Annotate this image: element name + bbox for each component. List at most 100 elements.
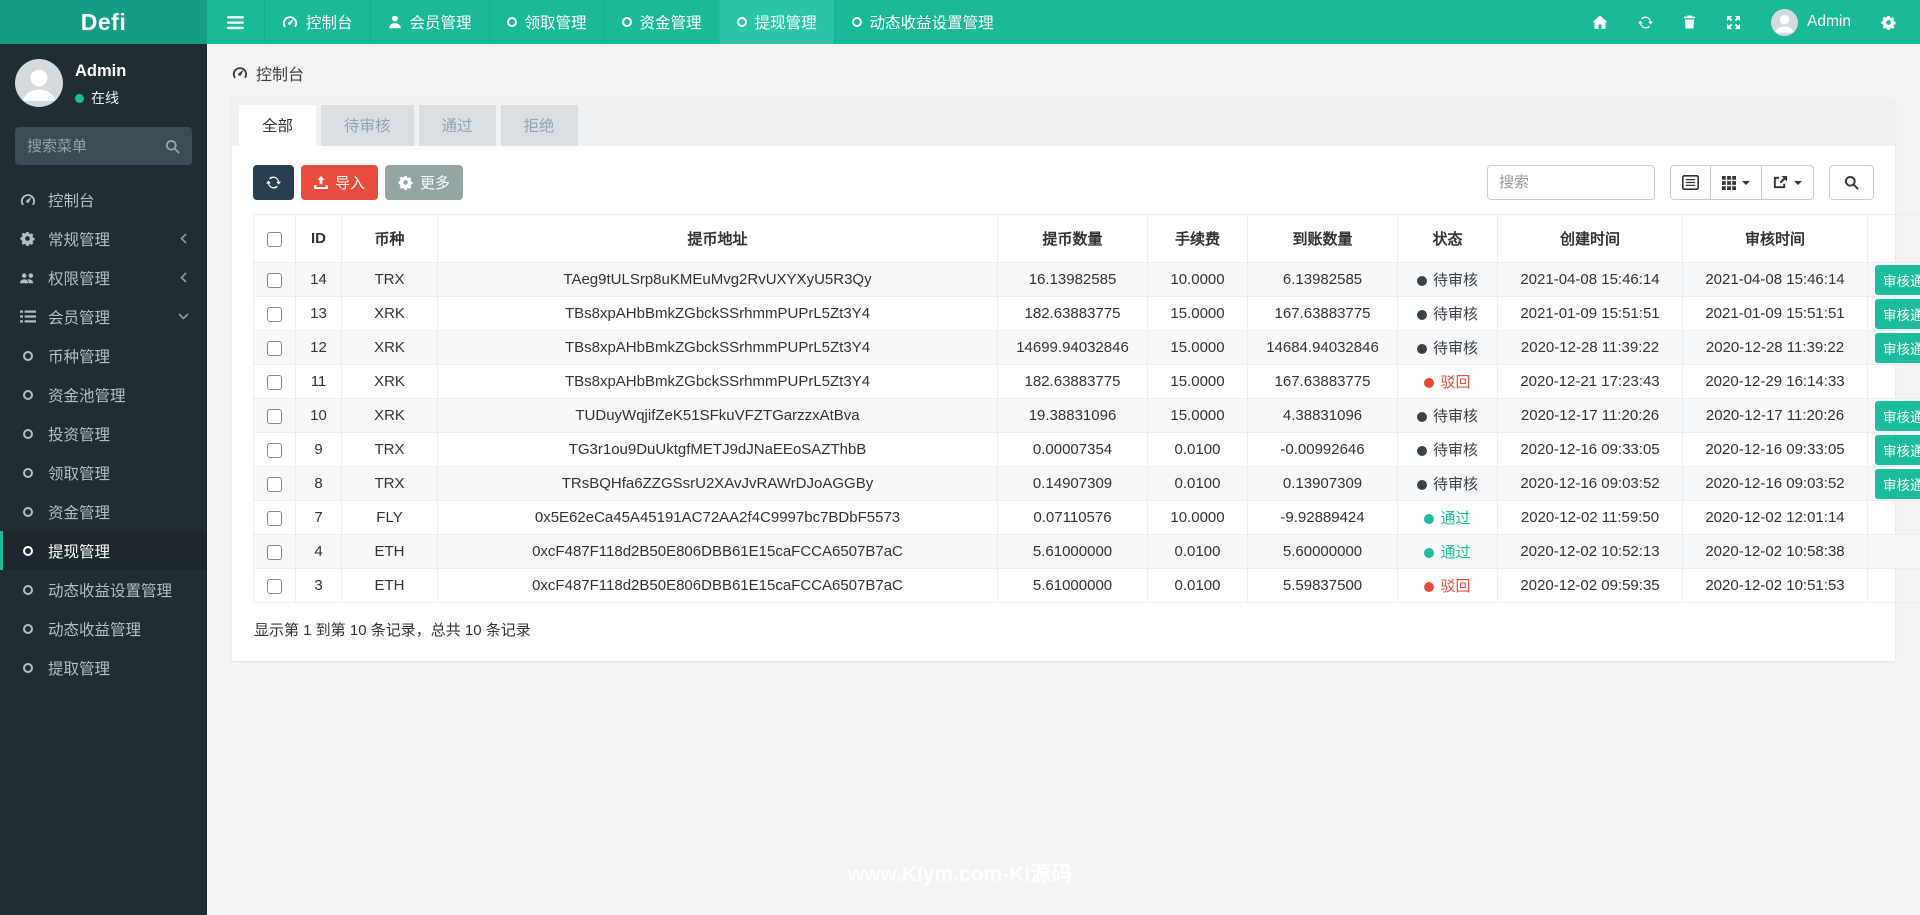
cell-amount: 0.00007354 bbox=[998, 433, 1148, 467]
toggle-button[interactable] bbox=[1670, 165, 1711, 200]
row-checkbox[interactable] bbox=[267, 375, 282, 390]
sidebar-item-pool-management[interactable]: 资金池管理 bbox=[0, 375, 207, 414]
columns-button[interactable] bbox=[1711, 165, 1762, 200]
sidebar-item-withdraw-management[interactable]: 提现管理 bbox=[0, 531, 207, 570]
circle-icon bbox=[18, 351, 37, 361]
sidebar-item-claim-management[interactable]: 领取管理 bbox=[0, 453, 207, 492]
cell-id: 3 bbox=[296, 569, 342, 603]
approve-button[interactable]: 审核通过 bbox=[1875, 435, 1920, 465]
table-search-button[interactable] bbox=[1829, 165, 1874, 200]
row-checkbox[interactable] bbox=[267, 443, 282, 458]
approve-button[interactable]: 审核通过 bbox=[1875, 333, 1920, 363]
sidebar-item-label: 控制台 bbox=[48, 189, 95, 211]
table-row: 10XRKTUDuyWqjifZeK51SFkuVFZTGarzzxAtBva1… bbox=[254, 399, 1920, 433]
refresh-button[interactable] bbox=[253, 165, 294, 200]
cell-select bbox=[254, 535, 296, 569]
menu-search-input[interactable] bbox=[27, 138, 165, 155]
cell-reviewed: 2020-12-16 09:03:52 bbox=[1683, 467, 1868, 501]
sidebar-item-permissions[interactable]: 权限管理 bbox=[0, 258, 207, 297]
nav-item-dashboard[interactable]: 控制台 bbox=[264, 0, 370, 44]
row-checkbox[interactable] bbox=[267, 341, 282, 356]
sidebar-item-label: 提现管理 bbox=[48, 540, 110, 562]
tab-all[interactable]: 全部 bbox=[239, 105, 316, 146]
cell-id: 9 bbox=[296, 433, 342, 467]
search-icon[interactable] bbox=[165, 139, 180, 154]
sidebar-item-members[interactable]: 会员管理 bbox=[0, 297, 207, 336]
sidebar-item-funds-management[interactable]: 资金管理 bbox=[0, 492, 207, 531]
approve-button[interactable]: 审核通过 bbox=[1875, 469, 1920, 499]
table-row: 3ETH0xcF487F118d2B50E806DBB61E15caFCCA65… bbox=[254, 569, 1920, 603]
tab-passed[interactable]: 通过 bbox=[419, 105, 496, 146]
gauge-icon bbox=[232, 65, 248, 81]
record-summary: 显示第 1 到第 10 条记录，总共 10 条记录 bbox=[253, 603, 1874, 655]
sidebar-item-label: 领取管理 bbox=[48, 462, 110, 484]
refresh-icon[interactable] bbox=[1638, 15, 1653, 30]
table-row: 4ETH0xcF487F118d2B50E806DBB61E15caFCCA65… bbox=[254, 535, 1920, 569]
select-all-checkbox[interactable] bbox=[267, 232, 282, 247]
cell-coin: XRK bbox=[342, 399, 438, 433]
settings-gears-icon[interactable] bbox=[1881, 15, 1896, 30]
sidebar-item-dynamic-earnings[interactable]: 动态收益管理 bbox=[0, 609, 207, 648]
cell-received: 0.13907309 bbox=[1248, 467, 1398, 501]
approve-button[interactable]: 审核通过 bbox=[1875, 299, 1920, 329]
status-dot-icon bbox=[1417, 310, 1427, 320]
sidebar-item-coin-management[interactable]: 币种管理 bbox=[0, 336, 207, 375]
row-checkbox[interactable] bbox=[267, 477, 282, 492]
chevron-down-icon bbox=[174, 313, 193, 320]
row-checkbox[interactable] bbox=[267, 545, 282, 560]
table-header-row: ID币种提币地址提币数量手续费到账数量状态创建时间审核时间操作 bbox=[254, 215, 1920, 263]
cell-coin: TRX bbox=[342, 263, 438, 297]
approve-button[interactable]: 审核通过 bbox=[1875, 265, 1920, 295]
sidebar-item-dynamic-earnings-settings[interactable]: 动态收益设置管理 bbox=[0, 570, 207, 609]
cell-created: 2021-04-08 15:46:14 bbox=[1498, 263, 1683, 297]
status-label: 待审核 bbox=[1433, 408, 1478, 425]
home-icon[interactable] bbox=[1592, 15, 1608, 29]
sidebar-item-dashboard[interactable]: 控制台 bbox=[0, 180, 207, 219]
status-label: 待审核 bbox=[1433, 340, 1478, 357]
row-checkbox[interactable] bbox=[267, 273, 282, 288]
trash-icon[interactable] bbox=[1683, 15, 1696, 29]
navbar-user-menu[interactable]: Admin bbox=[1771, 9, 1851, 36]
nav-item-funds[interactable]: 资金管理 bbox=[604, 0, 719, 44]
sidebar-item-extract-management[interactable]: 提取管理 bbox=[0, 648, 207, 687]
row-checkbox[interactable] bbox=[267, 579, 282, 594]
sidebar-menu: 控制台常规管理权限管理会员管理币种管理资金池管理投资管理领取管理资金管理提现管理… bbox=[0, 180, 207, 687]
tab-rejected[interactable]: 拒绝 bbox=[501, 105, 578, 146]
nav-item-members[interactable]: 会员管理 bbox=[370, 0, 489, 44]
column-header: 状态 bbox=[1398, 215, 1498, 263]
cell-address: 0x5E62eCa45A45191AC72AA2f4C9997bc7BDbF55… bbox=[438, 501, 998, 535]
cell-fee: 0.0100 bbox=[1148, 535, 1248, 569]
nav-item-claim[interactable]: 领取管理 bbox=[489, 0, 604, 44]
approve-button[interactable]: 审核通过 bbox=[1875, 401, 1920, 431]
row-checkbox[interactable] bbox=[267, 409, 282, 424]
row-checkbox[interactable] bbox=[267, 511, 282, 526]
sidebar-item-general[interactable]: 常规管理 bbox=[0, 219, 207, 258]
more-button[interactable]: 更多 bbox=[385, 165, 463, 200]
app-logo[interactable]: Defi bbox=[0, 0, 207, 44]
circle-icon bbox=[737, 17, 747, 27]
tab-pending[interactable]: 待审核 bbox=[321, 105, 414, 146]
menu-icon bbox=[227, 15, 244, 30]
search-icon bbox=[1844, 175, 1859, 190]
sidebar-item-investment-management[interactable]: 投资管理 bbox=[0, 414, 207, 453]
cell-reviewed: 2021-01-09 15:51:51 bbox=[1683, 297, 1868, 331]
import-button[interactable]: 导入 bbox=[301, 165, 378, 200]
more-button-label: 更多 bbox=[420, 172, 450, 193]
navbar-menu: 控制台会员管理领取管理资金管理提现管理动态收益设置管理 bbox=[264, 0, 1011, 44]
cell-fee: 10.0000 bbox=[1148, 263, 1248, 297]
chevron-left-icon bbox=[174, 233, 193, 244]
circle-icon bbox=[852, 17, 862, 27]
nav-item-withdraw[interactable]: 提现管理 bbox=[719, 0, 834, 44]
cell-received: -0.00992646 bbox=[1248, 433, 1398, 467]
cell-amount: 16.13982585 bbox=[998, 263, 1148, 297]
circle-icon bbox=[18, 429, 37, 439]
status-label: 驳回 bbox=[1440, 374, 1470, 391]
expand-icon[interactable] bbox=[1726, 15, 1741, 30]
table-search-input[interactable] bbox=[1487, 165, 1655, 200]
export-button[interactable] bbox=[1762, 165, 1814, 200]
cell-amount: 182.63883775 bbox=[998, 297, 1148, 331]
cell-created: 2020-12-17 11:20:26 bbox=[1498, 399, 1683, 433]
nav-item-dynamic-earnings-settings[interactable]: 动态收益设置管理 bbox=[834, 0, 1011, 44]
row-checkbox[interactable] bbox=[267, 307, 282, 322]
sidebar-toggle-button[interactable] bbox=[207, 0, 264, 44]
